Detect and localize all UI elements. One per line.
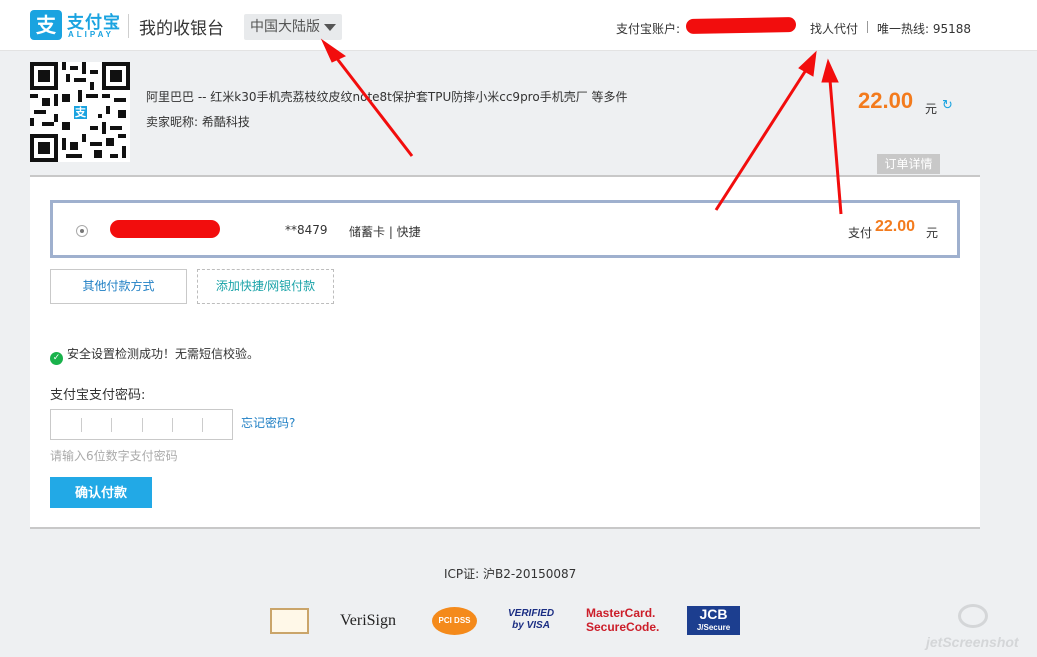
icp-license: ICP证: 沪B2-20150087 xyxy=(444,567,577,581)
payment-method-radio[interactable] xyxy=(76,225,88,237)
jcb-badge-line1: JCB xyxy=(699,606,728,622)
card-type: 储蓄卡 | 快捷 xyxy=(349,225,421,239)
password-digit-cell[interactable] xyxy=(201,410,232,439)
region-select-label: 中国大陆版 xyxy=(250,19,320,35)
order-amount: 22.00 xyxy=(858,88,914,113)
page-title: 我的收银台 xyxy=(139,19,224,39)
pay-amount-unit: 元 xyxy=(926,226,939,240)
security-check-text: 安全设置检测成功！无需短信校验。 xyxy=(67,347,260,361)
mc-badge-line2: SecureCode. xyxy=(586,620,660,634)
card-number: **8479 xyxy=(285,223,328,237)
forgot-password-link[interactable]: 忘记密码? xyxy=(241,414,295,431)
password-digit-cell[interactable] xyxy=(141,410,172,439)
check-circle-icon: ✓ xyxy=(50,352,63,365)
verisign-badge: VeriSign xyxy=(340,612,396,629)
password-label: 支付宝支付密码: xyxy=(50,388,146,403)
watermark-eye-icon xyxy=(958,604,988,628)
verified-by-visa-badge: VERIFIED by VISA xyxy=(508,608,554,640)
mc-badge-line1: MasterCard. xyxy=(586,606,656,620)
pci-dss-badge: PCI DSS xyxy=(432,607,477,635)
security-check-message: ✓ 安全设置检测成功！无需短信校验。 xyxy=(50,345,259,365)
password-hint: 请输入6位数字支付密码 xyxy=(50,449,178,463)
jcb-jsecure-badge: JCB J/Secure xyxy=(687,606,740,635)
alipay-logo-subtext: ALIPAY xyxy=(68,30,115,39)
payment-panel: **8479 储蓄卡 | 快捷 支付 22.00 元 其他付款方式 添加快捷/网… xyxy=(30,175,980,529)
order-detail-tab[interactable]: 订单详情 xyxy=(877,154,940,174)
password-digit-cell[interactable] xyxy=(111,410,141,439)
region-select[interactable]: 中国大陆版 xyxy=(244,14,342,40)
visa-badge-line2: by VISA xyxy=(512,620,550,631)
proxy-pay-link[interactable]: 找人代付 xyxy=(810,20,858,37)
order-title: 阿里巴巴 -- 红米k30手机壳荔枝纹皮纹note8t保护套TPU防摔小米cc9… xyxy=(146,90,628,104)
password-input[interactable] xyxy=(50,409,233,440)
header-separator xyxy=(867,21,868,33)
add-payment-method-button[interactable]: 添加快捷/网银付款 xyxy=(197,269,334,304)
top-header: 支 支付宝 ALIPAY 我的收银台 中国大陆版 支付宝账户: 找人代付 唯一热… xyxy=(0,0,1037,51)
order-summary: 支 阿里巴巴 -- 红米k30手机壳荔枝纹皮纹note8t保护套TPU防摔小米c… xyxy=(30,58,980,178)
header-divider xyxy=(128,14,129,38)
payment-method-row[interactable]: **8479 储蓄卡 | 快捷 支付 22.00 元 xyxy=(50,200,960,258)
account-label: 支付宝账户: xyxy=(616,22,681,36)
password-digit-cell[interactable] xyxy=(81,410,111,439)
redacted-bank-name xyxy=(110,220,220,238)
mastercard-securecode-badge: MasterCard. SecureCode. xyxy=(586,606,659,638)
confirm-payment-button[interactable]: 确认付款 xyxy=(50,477,152,508)
watermark-text: jetScreenshot xyxy=(926,634,1019,650)
other-payment-method-button[interactable]: 其他付款方式 xyxy=(50,269,187,304)
order-amount-unit: 元 xyxy=(925,102,938,116)
redacted-account xyxy=(685,17,797,34)
certificate-seal-icon xyxy=(270,608,309,634)
password-digit-cell[interactable] xyxy=(51,410,81,439)
visa-badge-line1: VERIFIED xyxy=(508,608,555,619)
pay-label: 支付 xyxy=(848,226,873,240)
pay-amount: 22.00 xyxy=(875,218,916,235)
alipay-logo-icon: 支 xyxy=(30,10,62,40)
seller-name: 卖家昵称: 希酷科技 xyxy=(146,115,250,129)
qr-alipay-icon: 支 xyxy=(72,104,89,121)
chevron-down-icon xyxy=(324,24,336,31)
jcb-badge-line2: J/Secure xyxy=(696,623,731,632)
qr-code: 支 xyxy=(30,62,130,162)
hotline-text: 唯一热线: 95188 xyxy=(877,22,972,36)
password-digit-cell[interactable] xyxy=(171,410,202,439)
refresh-icon[interactable]: ↻ xyxy=(942,98,953,113)
